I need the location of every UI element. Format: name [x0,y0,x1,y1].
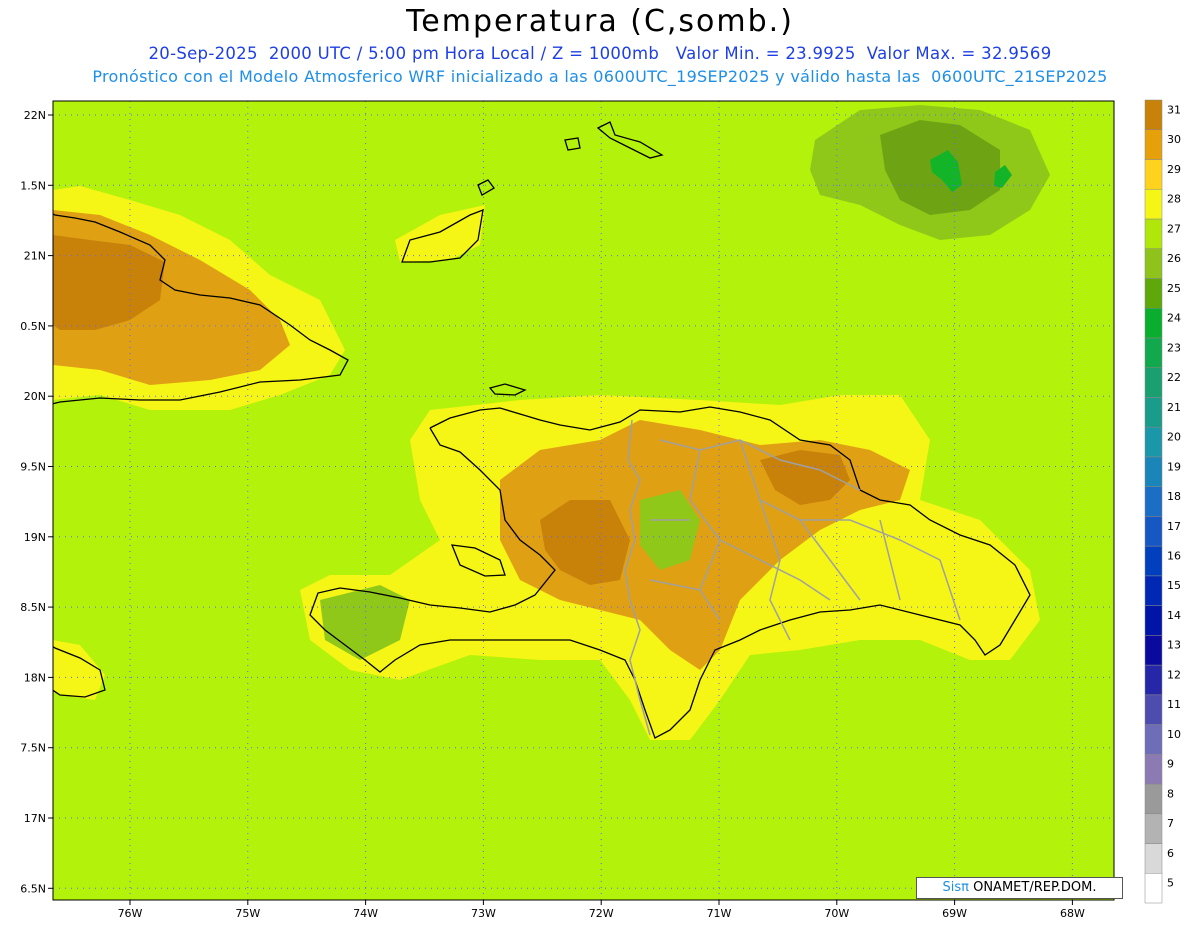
colorbar-swatch [1144,188,1163,220]
colorbar-label: 7 [1167,817,1174,830]
colorbar-label: 11 [1167,698,1181,711]
longitude-label: 76W [118,907,143,920]
colorbar-label: 30 [1167,133,1181,146]
colorbar-label: 16 [1167,549,1181,562]
colorbar-swatch [1144,575,1163,606]
colorbar: 5 6 7 8 9 10 11 12 13 14 15 16 17 18 19 20 21 22 23 24 25 26 2… [1144,99,1181,904]
colorbar-swatch [1144,456,1163,487]
latitude-label: 21N [24,250,46,263]
colorbar-swatch [1144,367,1163,398]
colorbar-swatch [1144,605,1163,636]
colorbar-swatch [1144,843,1163,874]
credit-box: Sisπ ONAMET/REP.DOM. [916,877,1123,899]
longitude-label: 73W [471,907,496,920]
latitude-label: 18N [24,671,46,684]
colorbar-label: 14 [1167,609,1181,622]
colorbar-label: 15 [1167,579,1181,592]
temperature-map: 22N 1.5N 21N 0.5N 20N 9.5N 19N 8.5N 18N 7.5N 17N 6.… [20,99,1181,920]
colorbar-swatch [1144,159,1163,190]
colorbar-label: 18 [1167,490,1181,503]
latitude-label: 1.5N [20,179,46,192]
colorbar-label: 29 [1167,163,1181,176]
colorbar-swatch [1144,307,1163,339]
colorbar-swatch [1144,724,1163,755]
colorbar-swatch [1144,545,1163,577]
latitude-label: 6.5N [20,882,46,895]
subtitle-time-range: 20-Sep-2025 2000 UTC / 5:00 pm Hora Loca… [148,44,1052,63]
colorbar-label: 21 [1167,401,1181,414]
colorbar-swatch [1144,783,1163,815]
colorbar-label: 26 [1167,252,1181,265]
colorbar-label: 12 [1167,668,1181,681]
latitude-label: 8.5N [20,601,46,614]
colorbar-label: 6 [1167,847,1174,860]
latitude-label: 22N [24,109,46,122]
map-field [53,101,1114,900]
colorbar-label: 8 [1167,787,1174,800]
colorbar-swatch [1144,337,1163,368]
colorbar-swatch [1144,129,1163,160]
colorbar-swatch [1144,516,1163,547]
colorbar-swatch [1144,278,1163,309]
longitude-axis: 76W 75W 74W 73W 72W 71W 70W 69W 68W [118,900,1085,920]
colorbar-label: 24 [1167,312,1181,325]
colorbar-swatch [1144,426,1163,458]
latitude-label: 19N [24,531,46,544]
colorbar-swatch [1144,873,1163,904]
colorbar-label: 22 [1167,371,1181,384]
colorbar-label: 17 [1167,520,1181,533]
colorbar-label: 20 [1167,431,1181,444]
latitude-label: 20N [24,390,46,403]
colorbar-label: 27 [1167,222,1181,235]
latitude-label: 9.5N [20,461,46,474]
colorbar-swatch [1144,664,1163,696]
longitude-label: 74W [353,907,378,920]
longitude-label: 71W [707,907,732,920]
colorbar-label: 9 [1167,758,1174,771]
credit-text: ONAMET/REP.DOM. [968,880,1097,895]
colorbar-label: 13 [1167,639,1181,652]
colorbar-swatch [1144,754,1163,785]
latitude-axis: 22N 1.5N 21N 0.5N 20N 9.5N 19N 8.5N 18N 7.5N 17N 6.… [20,109,53,895]
colorbar-label: 10 [1167,728,1181,741]
colorbar-swatch [1144,813,1163,844]
latitude-label: 7.5N [20,742,46,755]
colorbar-label: 28 [1167,193,1181,206]
colorbar-label: 19 [1167,460,1181,473]
colorbar-swatch [1144,99,1163,130]
colorbar-swatch [1144,635,1163,666]
colorbar-swatch [1144,218,1163,249]
longitude-label: 75W [235,907,260,920]
sispi-logo: Sisπ [942,880,969,895]
colorbar-label: 31 [1167,103,1181,116]
longitude-label: 70W [824,907,849,920]
latitude-label: 17N [24,812,46,825]
chart-title: Temperatura (C,somb.) [406,4,794,39]
latitude-label: 0.5N [20,320,46,333]
colorbar-swatch [1144,248,1163,279]
subtitle-model-info: Pronóstico con el Modelo Atmosferico WRF… [92,67,1108,86]
colorbar-label: 23 [1167,341,1181,354]
longitude-label: 69W [942,907,967,920]
colorbar-swatch [1144,694,1163,725]
colorbar-swatch [1144,397,1163,428]
longitude-label: 68W [1060,907,1085,920]
colorbar-label: 25 [1167,282,1181,295]
colorbar-label: 5 [1167,877,1174,890]
colorbar-swatch [1144,486,1163,517]
longitude-label: 72W [589,907,614,920]
